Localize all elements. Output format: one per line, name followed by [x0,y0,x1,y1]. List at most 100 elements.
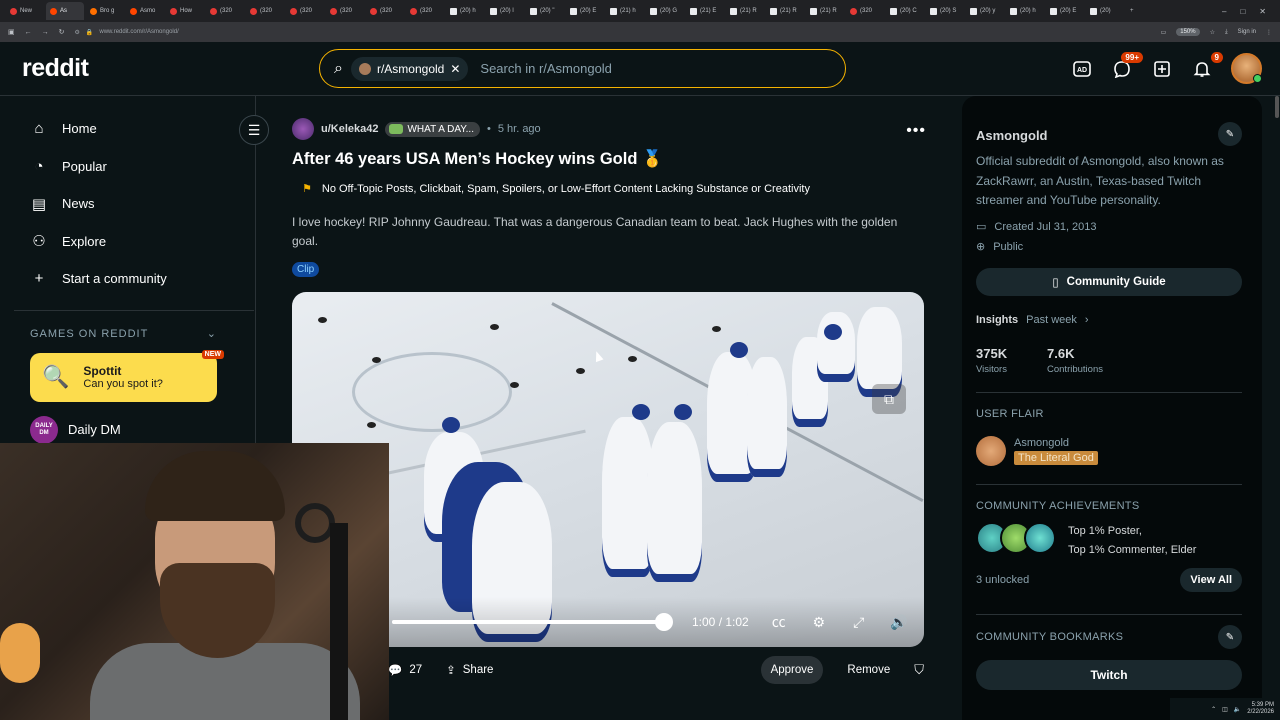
browser-tab[interactable]: (320 [846,2,884,20]
browser-tab[interactable]: (320 [206,2,244,20]
comments-button[interactable]: 💬 27 [388,663,422,677]
daily-dm-item[interactable]: DAILY DM Daily DM [30,415,241,444]
author-avatar[interactable] [292,118,314,140]
browser-tab[interactable]: (21) R [726,2,764,20]
sign-in-button[interactable]: Sign in [1238,29,1256,35]
sidebar-item-start-community[interactable]: + Start a community [30,260,241,298]
view-all-button[interactable]: View All [1180,568,1242,592]
browser-tab[interactable]: (20) S [926,2,964,20]
browser-tab[interactable]: As [46,2,84,20]
search-input[interactable]: Search in r/Asmongold [480,61,612,76]
browser-tab[interactable]: (320 [406,2,444,20]
close-icon[interactable]: ✕ [1259,7,1266,16]
maximize-icon[interactable]: □ [1240,7,1245,16]
url-field[interactable]: ⚙ 🔒 www.reddit.com/r/Asmongold/ [75,29,179,36]
browser-tab[interactable]: (21) h [606,2,644,20]
download-icon[interactable]: ⤓ [1225,29,1228,36]
browser-tab[interactable]: (20) h [1006,2,1044,20]
back-icon[interactable]: ← [25,29,32,36]
user-flair[interactable]: Asmongold The Literal God [976,436,1098,466]
browser-tab[interactable]: (20) [1086,2,1124,20]
browser-tab[interactable]: (20) l [486,2,524,20]
reload-icon[interactable]: ↻ [59,28,65,36]
games-section-header[interactable]: GAMES ON REDDIT ⌄ [30,323,241,345]
system-clock[interactable]: 5:39 PM 2/22/2026 [1247,702,1274,716]
browser-tab[interactable]: (320 [286,2,324,20]
edit-pencil-icon[interactable]: ✎ [1218,122,1242,146]
sidebar-item-label: Start a community [62,271,167,287]
collapse-sidebar-button[interactable]: ☰ [239,115,269,145]
post-flair-clip[interactable]: Clip [292,262,320,277]
scrollbar-thumb[interactable] [1275,96,1279,118]
sidebar-item-news[interactable]: ▤ News [30,185,241,223]
mod-shield-icon[interactable]: ⛉ [914,662,924,678]
browser-tab[interactable]: (20) C [886,2,924,20]
browser-tab[interactable]: (320 [366,2,404,20]
fullscreen-icon[interactable]: ⤢ [849,614,869,631]
browser-tab[interactable]: (21) R [806,2,844,20]
browser-tab[interactable]: (20) G [646,2,684,20]
bookmark-star-icon[interactable]: ☆ [1210,29,1215,36]
remove-button[interactable]: Remove [847,656,890,684]
page-scrollbar[interactable] [1274,96,1280,720]
edit-bookmarks-icon[interactable]: ✎ [1218,625,1242,649]
chip-close-icon[interactable]: ✕ [450,62,460,76]
browser-tab[interactable]: (20) h [446,2,484,20]
user-avatar[interactable] [1231,53,1262,84]
browser-tab[interactable]: (20) E [566,2,604,20]
browser-tab[interactable]: Asmo [126,2,164,20]
browser-tab[interactable]: (320 [246,2,284,20]
url-text[interactable]: www.reddit.com/r/Asmongold/ [99,29,178,35]
minimize-icon[interactable]: – [1222,7,1226,16]
browser-tab[interactable]: (320 [326,2,364,20]
captions-icon[interactable]: ㏄ [769,612,789,632]
post-author[interactable]: u/Keleka42 [321,123,378,135]
browser-tab[interactable]: (20) E [1046,2,1084,20]
twitch-bookmark-button[interactable]: Twitch [976,660,1242,690]
browser-tab[interactable]: How [166,2,204,20]
reddit-logo[interactable]: reddit [22,54,89,83]
chat-icon[interactable]: 99+ [1111,51,1143,80]
approve-button[interactable]: Approve [760,656,824,684]
post-title[interactable]: After 46 years USA Men’s Hockey wins Gol… [292,150,663,169]
advertise-icon[interactable]: AD [1071,58,1093,80]
sidebar-toggle-icon[interactable]: ▣ [8,28,15,36]
browser-tab[interactable]: Bro g [86,2,124,20]
share-button[interactable]: ⇪ Share [446,663,493,677]
screenshot-icon[interactable]: ▭ [1161,29,1167,36]
site-info-icon[interactable]: ⚙ [75,29,80,36]
player [647,422,702,582]
spottit-game-card[interactable]: 🔍 Spottit Can you spot it? NEW [30,349,224,402]
plus-icon: + [34,270,44,288]
settings-gear-icon[interactable]: ⚙ [809,614,829,631]
insights-period[interactable]: Past week [1026,314,1077,326]
browser-tab[interactable]: New [6,2,44,20]
search-bar[interactable]: ⌕ r/Asmongold ✕ Search in r/Asmongold [319,49,846,88]
community-guide-button[interactable]: ▯ Community Guide [976,268,1242,296]
picture-in-picture-icon[interactable]: ⧉ [872,384,906,414]
notifications-icon[interactable]: 9 [1191,51,1223,80]
volume-icon[interactable]: 🔊 [889,614,909,631]
browser-tab[interactable]: (20) y [966,2,1004,20]
new-tab-button[interactable]: + [1126,2,1164,20]
browser-tab[interactable]: (21) R [766,2,804,20]
chevron-down-icon[interactable]: ⌄ [207,327,217,340]
video-scrub-handle[interactable] [654,613,673,631]
chevron-right-icon[interactable]: › [1085,314,1089,326]
sidebar-item-home[interactable]: ⌂ Home [30,110,241,148]
browser-tab[interactable]: (20) " [526,2,564,20]
sidebar-item-explore[interactable]: ⚇ Explore [30,223,241,261]
speaker-icon[interactable]: 🔈 [1234,706,1241,713]
sidebar-item-popular[interactable]: ◔ Popular [30,148,241,186]
forward-icon[interactable]: → [42,29,49,36]
menu-icon[interactable]: ⋮ [1266,29,1272,36]
create-post-icon[interactable] [1151,58,1173,80]
browser-tab[interactable]: (21) E [686,2,724,20]
tray-chevron-icon[interactable]: ⌃ [1211,706,1216,713]
zoom-indicator[interactable]: 150% [1176,28,1200,36]
more-options-icon[interactable]: ••• [906,122,926,140]
video-progress-bar[interactable] [392,613,673,631]
network-icon[interactable]: ◫ [1222,706,1228,713]
achievement-badges[interactable] [976,522,1056,554]
subreddit-search-chip[interactable]: r/Asmongold ✕ [350,56,469,81]
